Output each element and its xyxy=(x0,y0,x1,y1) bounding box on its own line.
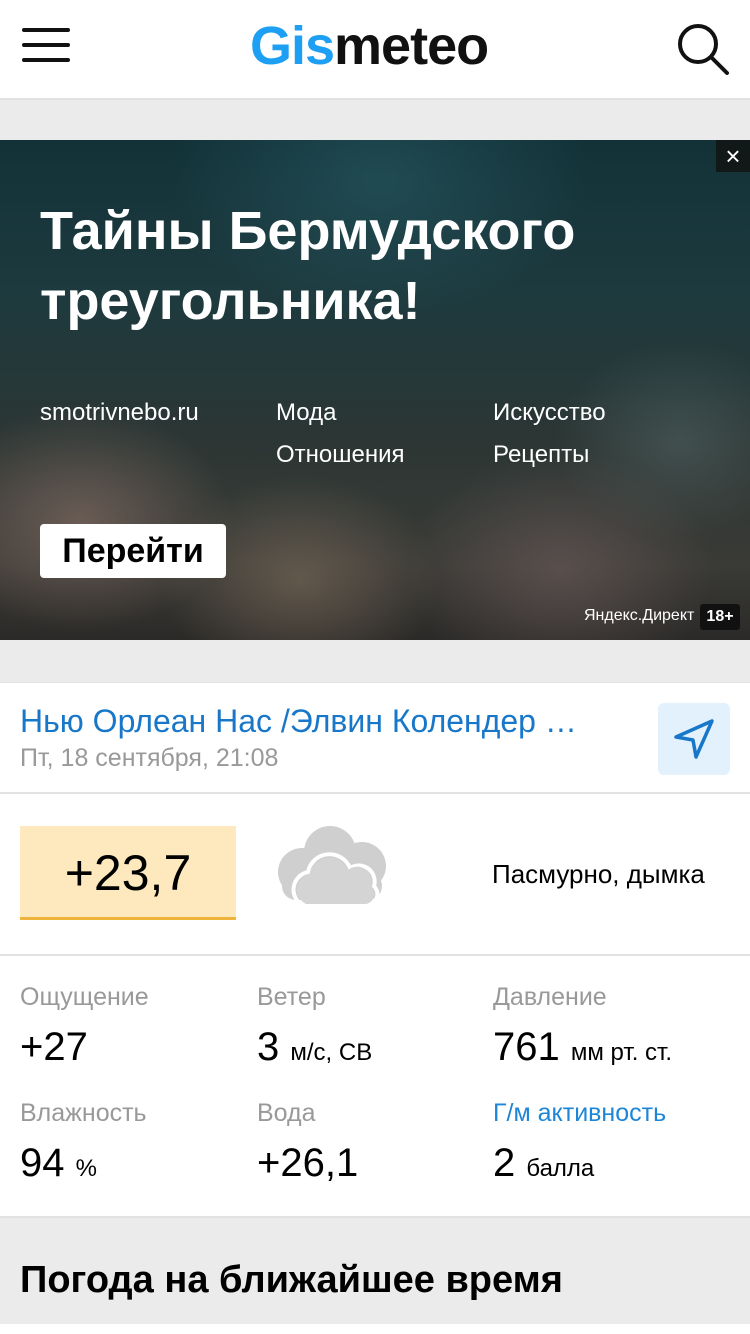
ad-banner[interactable]: × Тайны Бермудского треугольника! smotri… xyxy=(0,140,750,640)
detail-unit: % xyxy=(75,1155,97,1182)
detail-value: +27 xyxy=(20,1024,250,1070)
logo-part-gis: Gis xyxy=(250,16,335,76)
detail-number: +27 xyxy=(20,1025,88,1069)
ad-link-relationships[interactable]: Отношения xyxy=(276,440,405,470)
ad-go-button[interactable]: Перейти xyxy=(40,524,226,578)
detail-unit: м/с, СВ xyxy=(290,1039,373,1066)
detail-number: +26,1 xyxy=(257,1141,359,1185)
menu-line xyxy=(22,43,70,47)
menu-line xyxy=(22,28,70,32)
ad-source-label[interactable]: Яндекс.Директ xyxy=(584,606,694,626)
gismeteo-logo[interactable]: Gismeteo xyxy=(250,14,489,78)
detail-label: Ветер xyxy=(257,983,326,1011)
detail-number: 2 xyxy=(493,1141,516,1185)
weather-condition: Пасмурно, дымка xyxy=(492,859,705,889)
current-temperature: +23,7 xyxy=(20,826,236,920)
detail-unit: балла xyxy=(526,1155,595,1182)
detail-humidity: Влажность 94 % xyxy=(20,1098,250,1192)
detail-pressure: Давление 761 мм рт. ст. xyxy=(493,982,723,1076)
detail-geomagnetic: Г/м активность 2 балла xyxy=(493,1098,723,1192)
detail-value: +26,1 xyxy=(257,1140,487,1186)
geomagnetic-activity-link[interactable]: Г/м активность xyxy=(493,1098,723,1128)
location-name[interactable]: Нью Орлеан Нас /Элвин Колендер … xyxy=(20,701,620,741)
app-header: Gismeteo xyxy=(0,0,750,100)
close-icon[interactable]: × xyxy=(716,140,750,172)
navigation-arrow-icon[interactable] xyxy=(658,703,730,775)
detail-number: 94 xyxy=(20,1141,65,1185)
detail-wind: Ветер 3 м/с, СВ xyxy=(257,982,487,1076)
detail-label: Вода xyxy=(257,1099,316,1127)
search-icon[interactable] xyxy=(676,22,730,76)
detail-value: 94 % xyxy=(20,1140,250,1192)
detail-feels-like: Ощущение +27 xyxy=(20,982,250,1070)
cloudy-icon xyxy=(272,820,392,919)
detail-label: Влажность xyxy=(20,1099,147,1127)
detail-water: Вода +26,1 xyxy=(257,1098,487,1186)
location-datetime: Пт, 18 сентября, 21:08 xyxy=(20,744,279,772)
detail-value: 3 м/с, СВ xyxy=(257,1024,487,1076)
age-rating-badge: 18+ xyxy=(700,604,740,630)
logo-part-meteo: meteo xyxy=(334,16,489,76)
weather-details: Ощущение +27 Ветер 3 м/с, СВ Давление 76… xyxy=(0,956,750,1218)
detail-number: 761 xyxy=(493,1025,560,1069)
detail-number: 3 xyxy=(257,1025,280,1069)
menu-line xyxy=(22,58,70,62)
section-title: Погода на ближайшее время xyxy=(20,1259,563,1301)
location-card: Нью Орлеан Нас /Элвин Колендер … Пт, 18 … xyxy=(0,682,750,794)
hamburger-menu-icon[interactable] xyxy=(22,28,70,64)
detail-value: 2 балла xyxy=(493,1140,723,1192)
ad-link-fashion[interactable]: Мода xyxy=(276,398,336,428)
ad-link-site[interactable]: smotrivnebo.ru xyxy=(40,398,199,428)
section-divider xyxy=(0,1324,750,1334)
ad-link-art[interactable]: Искусство xyxy=(493,398,606,428)
detail-label: Давление xyxy=(493,983,607,1011)
ad-title[interactable]: Тайны Бермудского треугольника! xyxy=(40,196,700,336)
ad-link-recipes[interactable]: Рецепты xyxy=(493,440,589,470)
current-weather: +23,7 Пасмурно, дымка xyxy=(0,794,750,956)
detail-unit: мм рт. ст. xyxy=(570,1039,673,1066)
detail-value: 761 мм рт. ст. xyxy=(493,1024,723,1076)
detail-label: Ощущение xyxy=(20,983,149,1011)
